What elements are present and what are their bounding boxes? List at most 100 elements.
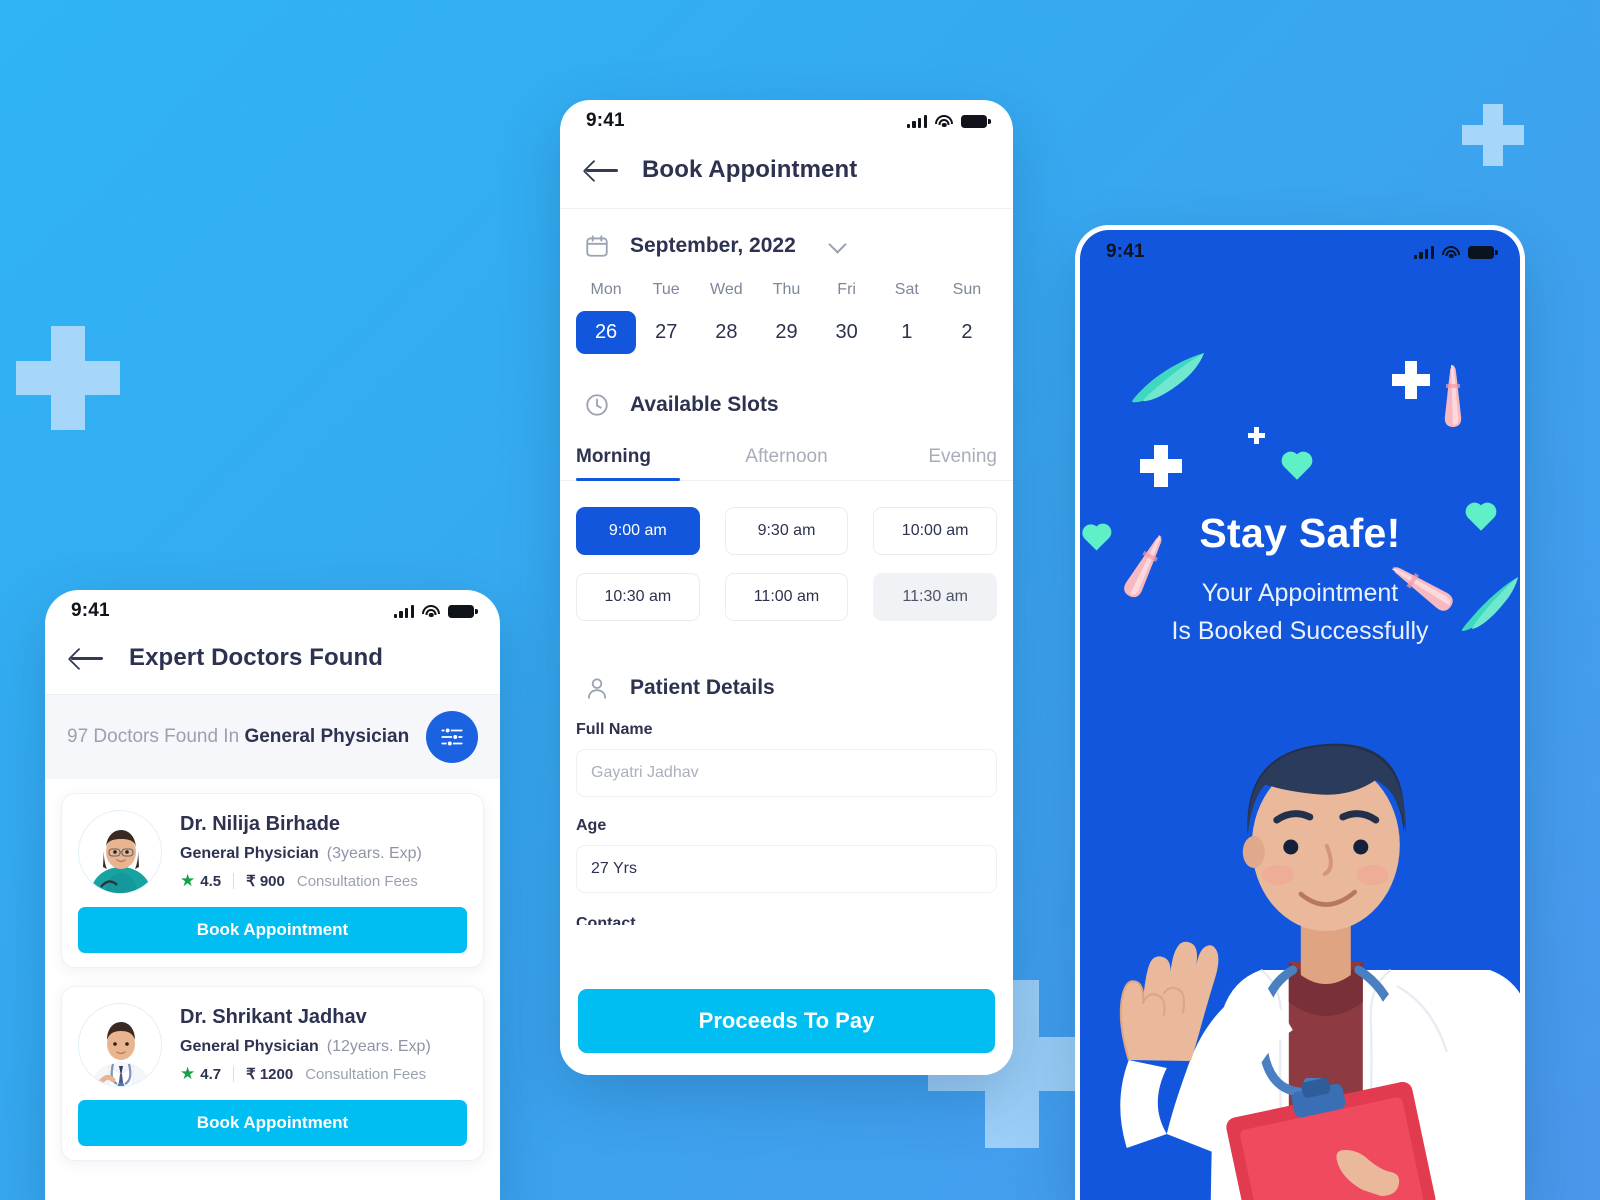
doctor-experience: (3years. Exp)	[326, 845, 422, 862]
calendar-icon	[586, 235, 608, 257]
male-doctor-avatar	[79, 1004, 161, 1086]
doctors-list: Dr. Nilija Birhade General Physician (3ye…	[45, 779, 500, 1161]
status-time: 9:41	[71, 600, 110, 621]
success-title: Stay Safe!	[1199, 510, 1401, 556]
calendar-day[interactable]: 27	[636, 311, 696, 354]
success-body: 9:41 Stay Safe! Your Appointment Is Book…	[1080, 230, 1520, 1200]
doctors-appbar: Expert Doctors Found	[45, 632, 500, 694]
weekday-label: Thu	[772, 281, 801, 298]
battery-icon	[961, 114, 991, 128]
signal-icon	[906, 114, 927, 128]
calendar-days-row: 26 27 28 29 30 1 2	[560, 311, 1013, 354]
waving-doctor-illustration	[1119, 743, 1520, 1200]
wifi-icon	[1442, 245, 1460, 259]
vial-icon	[1444, 365, 1462, 427]
meta-divider	[233, 1066, 235, 1082]
slots-grid: 9:00 am 9:30 am 10:00 am 10:30 am 11:00 …	[560, 481, 1013, 621]
available-slots-label: Available Slots	[630, 393, 779, 416]
filter-sliders-icon	[441, 727, 463, 747]
doctor-specialty: General Physician (12years. Exp)	[180, 1038, 467, 1056]
doctor-card-top: Dr. Nilija Birhade General Physician (3ye…	[78, 810, 467, 894]
calendar-header: September, 2022	[560, 209, 1013, 259]
weekday-label: Mon	[590, 281, 622, 298]
booking-appbar: Book Appointment	[560, 142, 1013, 209]
star-icon: ★	[180, 871, 196, 890]
calendar-weekday-headers: Mon Tue Wed Thu Fri Sat Sun	[560, 281, 1013, 299]
background-plus-right	[1462, 104, 1524, 166]
tab-morning[interactable]: Morning	[576, 446, 716, 481]
star-icon: ★	[180, 1064, 196, 1083]
calendar-day[interactable]: 30	[817, 311, 877, 354]
full-name-input[interactable]: Gayatri Jadhav	[576, 749, 997, 797]
slot-button-disabled[interactable]: 11:30 am	[873, 573, 997, 621]
doctor-experience: (12years. Exp)	[326, 1038, 431, 1055]
weekday-label: Sun	[952, 281, 982, 298]
doctor-card-top: Dr. Shrikant Jadhav General Physician (12…	[78, 1003, 467, 1087]
doctor-card[interactable]: Dr. Nilija Birhade General Physician (3ye…	[61, 793, 484, 968]
tab-afternoon[interactable]: Afternoon	[716, 446, 856, 480]
age-input[interactable]: 27 Yrs	[576, 845, 997, 893]
wifi-icon	[935, 114, 953, 128]
doctor-fee: ₹ 900	[246, 873, 285, 890]
status-bar: 9:41	[560, 100, 1013, 142]
results-count-text: 97 Doctors Found In General Physician	[67, 724, 414, 750]
status-icons	[393, 604, 478, 618]
slot-button[interactable]: 10:00 am	[873, 507, 997, 555]
doctor-fee: ₹ 1200	[246, 1066, 294, 1083]
slot-button-selected[interactable]: 9:00 am	[576, 507, 700, 555]
back-arrow-icon[interactable]	[586, 159, 620, 181]
doctor-rating: 4.7	[200, 1065, 222, 1083]
calendar-month-label: September, 2022	[630, 234, 796, 257]
success-subtitle-line2: Is Booked Successfully	[1171, 616, 1429, 645]
book-appointment-button[interactable]: Book Appointment	[78, 907, 467, 953]
status-icons	[1413, 245, 1498, 259]
weekday-label: Tue	[652, 281, 680, 298]
cross-icon	[1248, 427, 1265, 444]
weekday-label: Sat	[894, 281, 919, 298]
calendar-day[interactable]: 1	[877, 311, 937, 354]
leaf-icon	[1132, 353, 1204, 403]
chevron-down-icon[interactable]	[830, 238, 846, 254]
back-arrow-icon[interactable]	[71, 647, 105, 669]
page-title: Expert Doctors Found	[129, 644, 384, 671]
doctor-meta: ★ 4.7 ₹ 1200 Consultation Fees	[180, 1064, 467, 1084]
person-icon	[587, 678, 607, 699]
slots-header: Available Slots	[560, 368, 1013, 418]
tab-evening[interactable]: Evening	[857, 446, 997, 480]
doctor-specialty: General Physician (3years. Exp)	[180, 845, 467, 863]
background-plus-left	[16, 326, 120, 430]
avatar	[78, 810, 162, 894]
filter-button[interactable]	[426, 711, 478, 763]
book-appointment-button[interactable]: Book Appointment	[78, 1100, 467, 1146]
calendar-day[interactable]: 28	[696, 311, 756, 354]
doctor-card[interactable]: Dr. Shrikant Jadhav General Physician (12…	[61, 986, 484, 1161]
results-prefix: 97 Doctors Found In	[67, 726, 245, 748]
results-specialty: General Physician	[244, 726, 410, 748]
doctor-name: Dr. Nilija Birhade	[180, 813, 341, 835]
proceed-to-pay-button[interactable]: Proceeds To Pay	[578, 989, 995, 1053]
full-name-label: Full Name	[576, 721, 653, 738]
slot-button[interactable]: 9:30 am	[724, 507, 849, 555]
page-title: Book Appointment	[642, 156, 858, 183]
slot-button[interactable]: 11:00 am	[724, 573, 849, 621]
slot-period-tabs: Morning Afternoon Evening	[560, 446, 1013, 481]
calendar-day[interactable]: 29	[756, 311, 816, 354]
status-time: 9:41	[1106, 241, 1145, 262]
battery-icon	[1468, 245, 1498, 259]
contact-label: Contact	[576, 915, 636, 925]
weekday-label: Wed	[710, 281, 743, 298]
signal-icon	[1413, 245, 1434, 259]
status-icons	[906, 114, 991, 128]
slot-button[interactable]: 10:30 am	[576, 573, 700, 621]
success-subtitle: Your Appointment Is Booked Successfully	[1080, 575, 1520, 650]
avatar	[78, 1003, 162, 1087]
female-doctor-avatar	[79, 811, 161, 893]
calendar-day-selected[interactable]: 26	[576, 311, 637, 354]
specialty-text: General Physician	[180, 845, 319, 862]
results-summary-bar: 97 Doctors Found In General Physician	[45, 694, 500, 779]
fee-label: Consultation Fees	[296, 872, 418, 890]
battery-icon	[448, 604, 478, 618]
doctor-meta: ★ 4.5 ₹ 900 Consultation Fees	[180, 871, 467, 891]
calendar-day[interactable]: 2	[937, 311, 997, 354]
wifi-icon	[422, 604, 440, 618]
